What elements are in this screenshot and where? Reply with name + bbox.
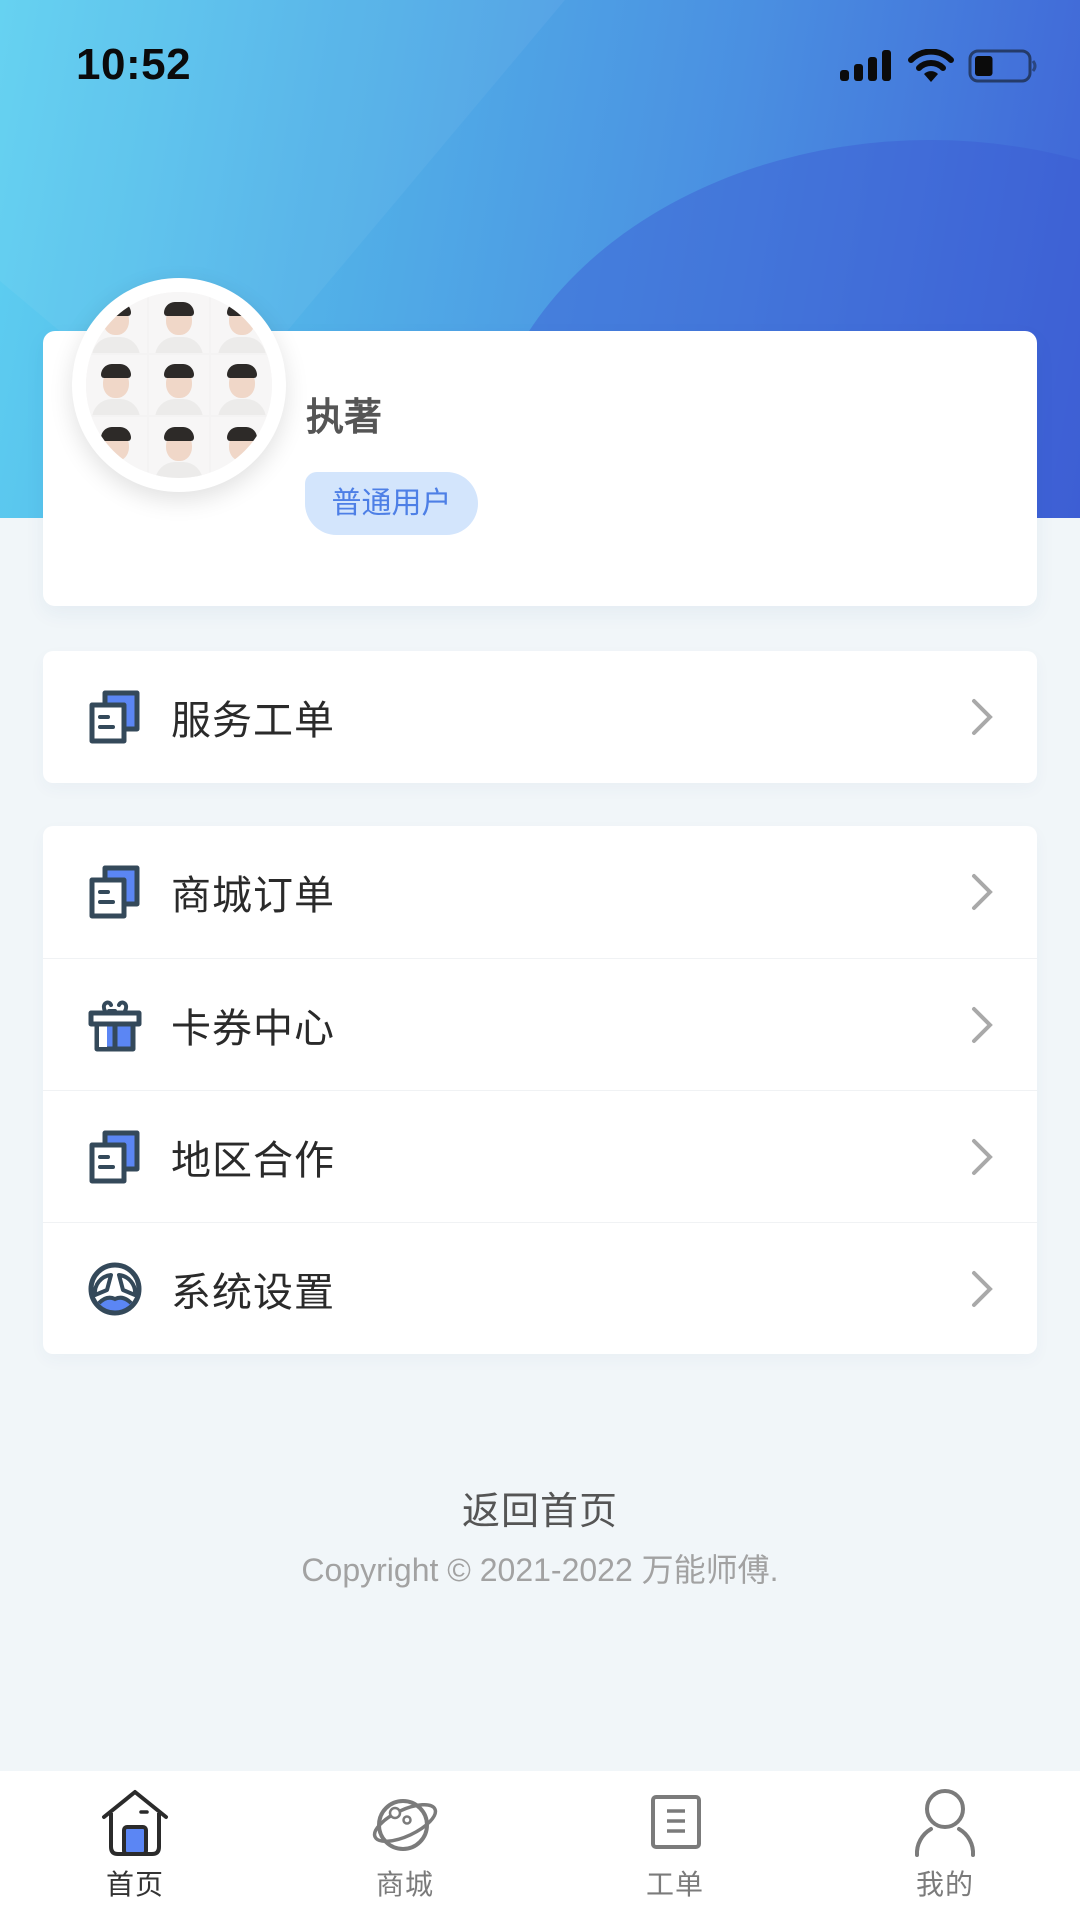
chevron-right-icon: [972, 874, 993, 910]
menu-item-label: 地区合作: [171, 1137, 335, 1184]
menu-item-label: 系统设置: [171, 1269, 335, 1316]
chevron-right-icon: [972, 1138, 993, 1175]
user-icon: [914, 1789, 976, 1857]
status-time: 10:52: [76, 40, 192, 89]
document-stack-icon: [89, 865, 140, 919]
back-home-link[interactable]: 返回首页: [0, 1480, 1080, 1535]
battery-icon: [968, 49, 1037, 83]
menu-group-main: 商城订单 卡券中心 地区合作 系统设置: [43, 826, 1037, 1354]
user-name: 执著: [306, 395, 383, 439]
steering-wheel-icon: [88, 1262, 142, 1315]
tab-label: 首页: [105, 1868, 164, 1901]
wifi-icon: [908, 49, 954, 82]
tab-mall[interactable]: 商城: [270, 1771, 540, 1920]
tab-mine[interactable]: 我的: [810, 1771, 1080, 1920]
chevron-right-icon: [972, 1270, 993, 1307]
planet-icon: [372, 1799, 438, 1851]
tab-home[interactable]: 首页: [0, 1771, 270, 1920]
tab-label: 我的: [915, 1868, 974, 1901]
menu-item-coupon-center[interactable]: 卡券中心: [43, 958, 1037, 1090]
menu-item-label: 服务工单: [171, 698, 335, 744]
menu-item-regional-cooperation[interactable]: 地区合作: [43, 1090, 1037, 1222]
avatar-photo: [86, 292, 272, 478]
document-stack-icon: [89, 1130, 140, 1183]
tab-label: 商城: [375, 1868, 434, 1901]
menu-item-label: 卡券中心: [171, 1005, 335, 1052]
status-bar: 10:52: [0, 0, 1080, 130]
chevron-right-icon: [972, 699, 993, 735]
avatar[interactable]: [72, 278, 286, 492]
tab-label: 工单: [645, 1868, 704, 1901]
cellular-signal-icon: [840, 50, 891, 81]
gift-icon: [88, 1000, 142, 1051]
copyright-text: Copyright © 2021-2022 万能师傅.: [301, 1552, 779, 1588]
menu-item-mall-orders[interactable]: 商城订单: [43, 826, 1037, 958]
home-icon: [102, 1790, 168, 1856]
user-level-badge: 普通用户: [305, 472, 478, 535]
bottom-tab-bar: 首页 商城 工单 我的: [0, 1771, 1080, 1920]
list-document-icon: [651, 1795, 701, 1849]
status-icons: [840, 48, 1038, 84]
chevron-right-icon: [972, 1006, 993, 1043]
menu-item-label: 商城订单: [171, 873, 335, 919]
document-stack-icon: [89, 690, 140, 744]
tab-work-orders[interactable]: 工单: [540, 1771, 810, 1920]
menu-group-service: 服务工单: [43, 651, 1037, 783]
menu-item-system-settings[interactable]: 系统设置: [43, 1222, 1037, 1354]
menu-item-service-orders[interactable]: 服务工单: [43, 651, 1037, 783]
